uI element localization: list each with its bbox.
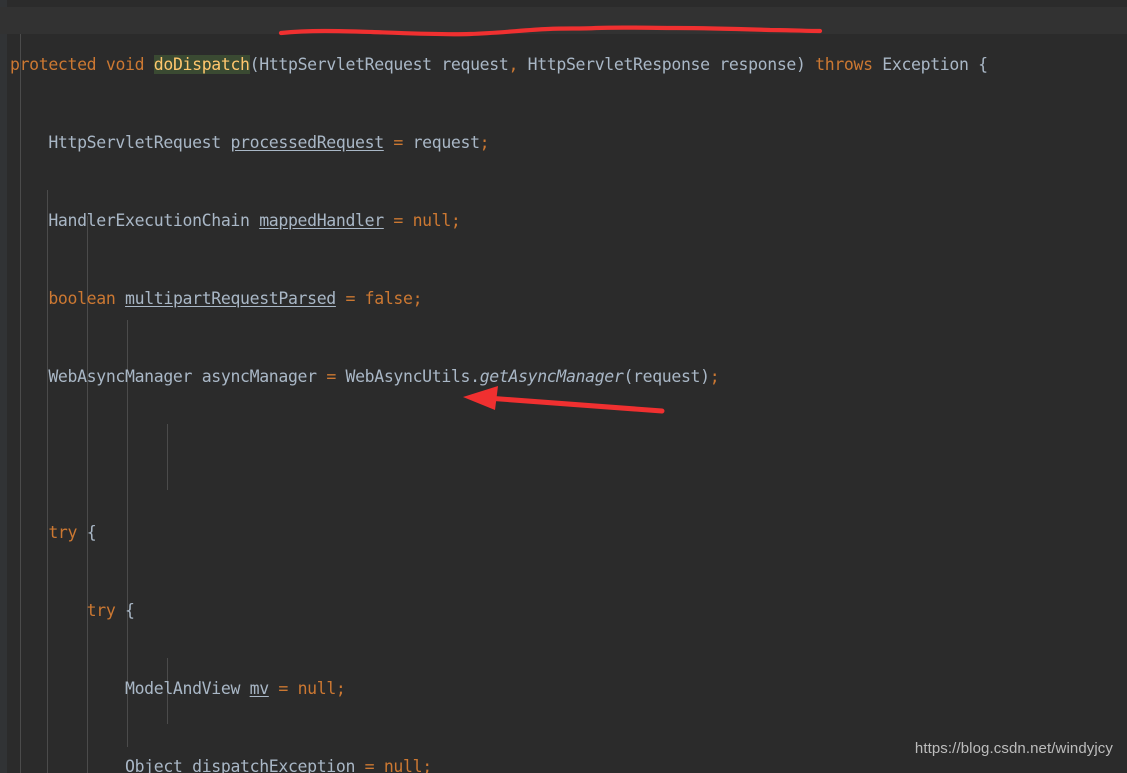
code-editor[interactable]: protected void doDispatch(HttpServletReq… (0, 0, 1127, 773)
caret-identifier[interactable]: doDispatch (153, 55, 250, 74)
code-line: HttpServletRequest processedRequest = re… (48, 133, 490, 152)
watermark: https://blog.csdn.net/windyjcy (914, 740, 1113, 757)
code-line: ModelAndView mv = null; (125, 679, 346, 698)
code-content[interactable]: protected void doDispatch(HttpServletReq… (0, 0, 1055, 773)
code-line: protected void doDispatch(HttpServletReq… (10, 55, 988, 74)
code-line: WebAsyncManager asyncManager = WebAsyncU… (48, 367, 720, 386)
code-line: try { (86, 601, 135, 620)
code-line: boolean multipartRequestParsed = false; (48, 289, 423, 308)
code-line: HandlerExecutionChain mappedHandler = nu… (48, 211, 461, 230)
screenshot-root: protected void doDispatch(HttpServletReq… (0, 0, 1127, 773)
code-line: Object dispatchException = null; (125, 757, 432, 773)
code-line: try { (48, 523, 97, 542)
